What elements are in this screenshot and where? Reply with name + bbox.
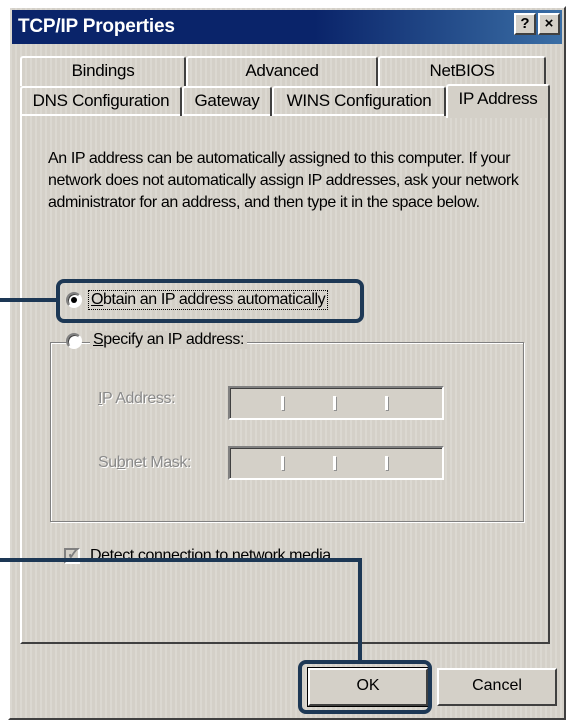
octet-separator bbox=[281, 456, 284, 470]
callout-highlight-obtain-auto bbox=[56, 279, 364, 323]
label-text: pecify an IP address: bbox=[103, 331, 245, 348]
ip-address-label: IP Address: bbox=[98, 390, 176, 408]
tab-wins-configuration[interactable]: WINS Configuration bbox=[272, 86, 446, 116]
title-bar[interactable]: TCP/IP Properties bbox=[12, 10, 562, 44]
specify-ip-groupbox bbox=[50, 342, 524, 522]
octet-separator bbox=[385, 456, 388, 470]
tab-advanced[interactable]: Advanced bbox=[186, 56, 378, 86]
tab-netbios[interactable]: NetBIOS bbox=[378, 56, 546, 86]
callout-line-obtain-auto bbox=[0, 298, 58, 302]
octet-separator bbox=[333, 396, 336, 410]
help-button[interactable]: ? bbox=[514, 13, 536, 35]
octet-separator bbox=[333, 456, 336, 470]
specify-ip-label[interactable]: Specify an IP address: bbox=[90, 331, 248, 349]
ip-description-text: An IP address can be automatically assig… bbox=[48, 150, 519, 211]
tab-bindings[interactable]: Bindings bbox=[20, 56, 186, 86]
tab-ip-address[interactable]: IP Address bbox=[446, 84, 550, 118]
label-text: P Address: bbox=[102, 390, 176, 407]
window-title: TCP/IP Properties bbox=[18, 16, 175, 37]
access-key: S bbox=[93, 331, 104, 348]
access-key: b bbox=[116, 454, 126, 471]
octet-separator bbox=[385, 396, 388, 410]
tab-dns-configuration[interactable]: DNS Configuration bbox=[20, 86, 182, 116]
tab-gateway[interactable]: Gateway bbox=[182, 86, 272, 116]
close-button[interactable]: × bbox=[538, 13, 560, 35]
label-text: net Mask: bbox=[125, 454, 192, 471]
cancel-button[interactable]: Cancel bbox=[437, 668, 557, 706]
octet-separator bbox=[281, 396, 284, 410]
label-text: Su bbox=[98, 454, 117, 471]
detect-connection-label[interactable]: Detect connection to network media bbox=[90, 547, 331, 565]
callout-line-ok-vertical bbox=[358, 558, 362, 662]
subnet-mask-label: Subnet Mask: bbox=[98, 454, 191, 472]
callout-line-ok-horizontal bbox=[0, 558, 362, 562]
specify-ip-radio[interactable] bbox=[66, 333, 82, 349]
ip-address-field[interactable] bbox=[228, 386, 444, 420]
callout-highlight-ok bbox=[298, 660, 432, 714]
subnet-mask-field[interactable] bbox=[228, 446, 444, 480]
